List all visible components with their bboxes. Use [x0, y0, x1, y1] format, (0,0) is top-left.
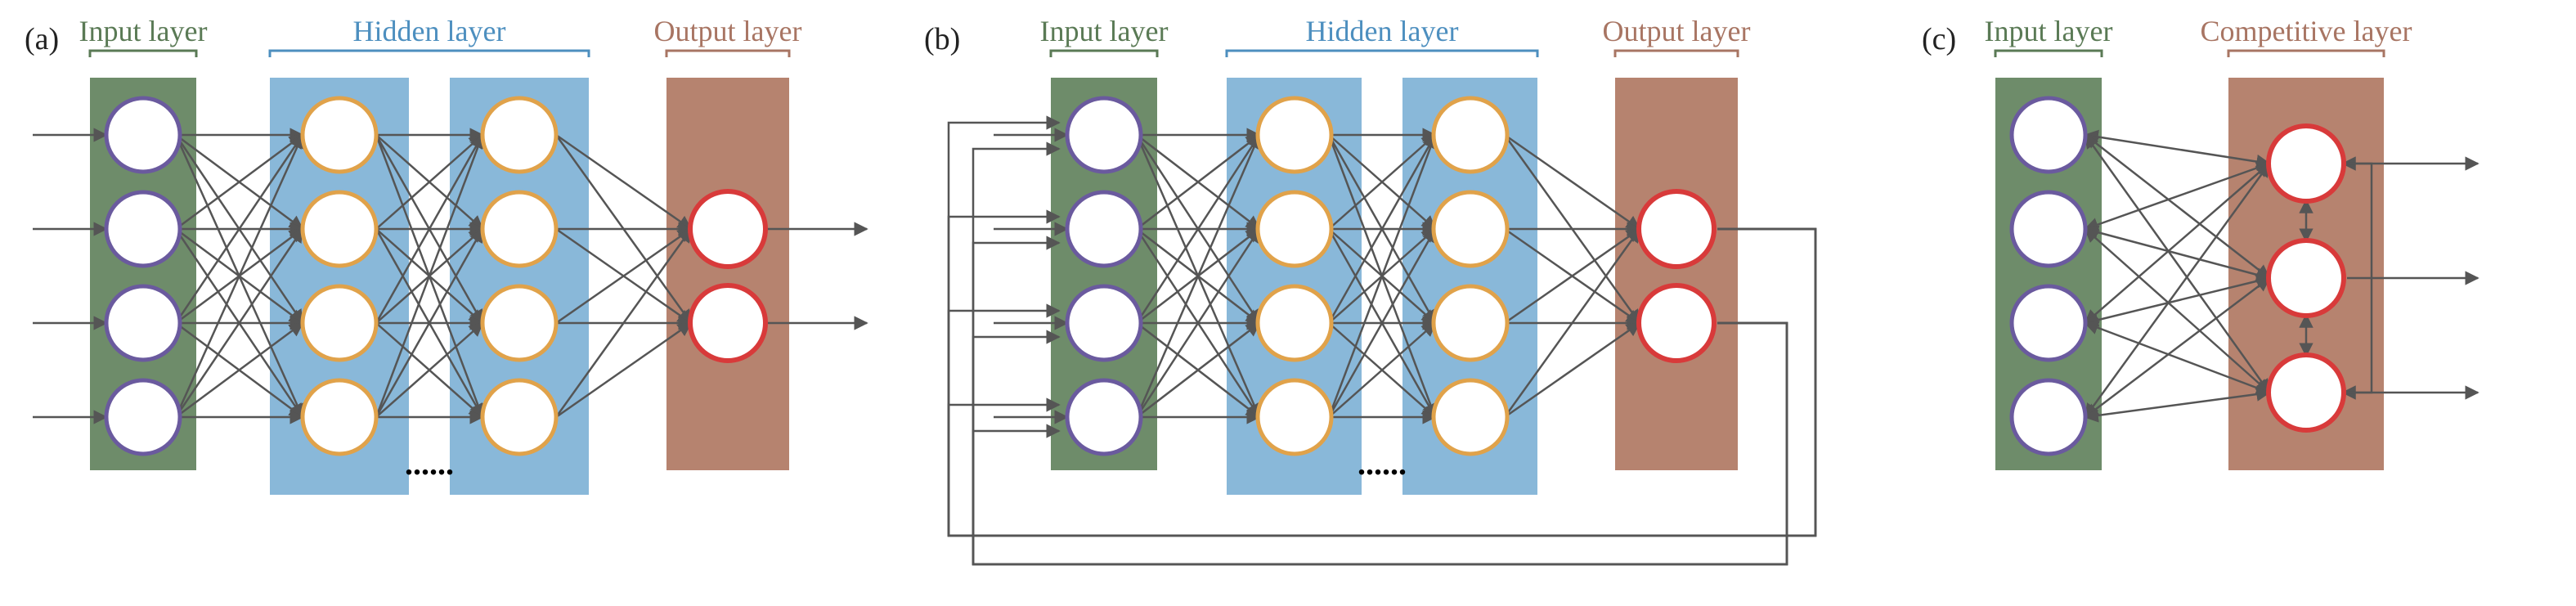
- node-circle: [1067, 380, 1141, 454]
- bracket-icon: [270, 51, 589, 57]
- nn-architectures-figure: (a) Input layer Hidden layer Output laye…: [0, 0, 2576, 606]
- panel-b-hidden-heading: Hidden layer: [1227, 15, 1537, 57]
- node-circle: [1434, 98, 1507, 172]
- node-circle: [1067, 286, 1141, 360]
- node-circle: [2269, 240, 2344, 316]
- panel-a-hidden-heading: Hidden layer: [270, 15, 589, 57]
- node-circle: [2012, 380, 2085, 454]
- node-circle: [106, 286, 180, 360]
- panel-c: (c) Input layer Competitive layer: [1922, 15, 2478, 470]
- bracket-icon: [2228, 51, 2384, 57]
- node-circle: [106, 98, 180, 172]
- node-circle: [1067, 192, 1141, 266]
- node-circle: [303, 192, 376, 266]
- node-circle: [1258, 192, 1331, 266]
- panel-a-input-heading: Input layer: [79, 15, 208, 57]
- panel-b: (b) Input layer Hidden layer Output laye…: [924, 15, 1815, 564]
- panel-c-comp-heading: Competitive layer: [2201, 15, 2412, 57]
- node-circle: [303, 98, 376, 172]
- panel-b-label: (b): [924, 22, 960, 56]
- output-column: [666, 78, 789, 470]
- node-circle: [482, 286, 556, 360]
- node-circle: [1258, 98, 1331, 172]
- node-circle: [303, 286, 376, 360]
- node-circle: [1258, 380, 1331, 454]
- input-layer-label: Input layer: [79, 15, 208, 47]
- node-circle: [1434, 286, 1507, 360]
- panel-c-label: (c): [1922, 22, 1956, 56]
- nodes-c-output: [2269, 126, 2344, 430]
- node-circle: [1258, 286, 1331, 360]
- output-layer-label: Output layer: [1603, 15, 1751, 47]
- bracket-icon: [1227, 51, 1537, 57]
- competitive-layer-label: Competitive layer: [2201, 15, 2412, 47]
- node-circle: [1067, 98, 1141, 172]
- node-circle: [2012, 98, 2085, 172]
- node-circle: [303, 380, 376, 454]
- bracket-icon: [90, 51, 196, 57]
- node-circle: [1639, 285, 1714, 361]
- hidden-layer-label: Hidden layer: [353, 15, 506, 47]
- node-circle: [1434, 192, 1507, 266]
- node-circle: [1434, 380, 1507, 454]
- node-circle: [482, 98, 556, 172]
- output-column: [1615, 78, 1738, 470]
- node-circle: [2269, 355, 2344, 430]
- ellipsis-dots: ......: [1358, 445, 1407, 482]
- node-circle: [106, 192, 180, 266]
- panel-c-input-heading: Input layer: [1985, 15, 2113, 57]
- input-layer-label: Input layer: [1040, 15, 1169, 47]
- panel-b-input-heading: Input layer: [1040, 15, 1169, 57]
- panel-b-output-heading: Output layer: [1603, 15, 1751, 57]
- node-circle: [690, 285, 765, 361]
- node-circle: [2012, 192, 2085, 266]
- bracket-icon: [1051, 51, 1157, 57]
- node-circle: [482, 192, 556, 266]
- panel-a: (a) Input layer Hidden layer Output laye…: [25, 15, 867, 495]
- panel-a-output-heading: Output layer: [654, 15, 802, 57]
- ellipsis-dots: ......: [405, 445, 454, 482]
- input-layer-label: Input layer: [1985, 15, 2113, 47]
- node-circle: [1639, 191, 1714, 267]
- node-circle: [2012, 286, 2085, 360]
- hidden-layer-label: Hidden layer: [1306, 15, 1459, 47]
- node-circle: [2269, 126, 2344, 201]
- output-layer-label: Output layer: [654, 15, 802, 47]
- bracket-icon: [1995, 51, 2102, 57]
- bracket-icon: [1615, 51, 1738, 57]
- node-circle: [106, 380, 180, 454]
- node-circle: [482, 380, 556, 454]
- bracket-icon: [666, 51, 789, 57]
- panel-a-label: (a): [25, 22, 59, 56]
- node-circle: [690, 191, 765, 267]
